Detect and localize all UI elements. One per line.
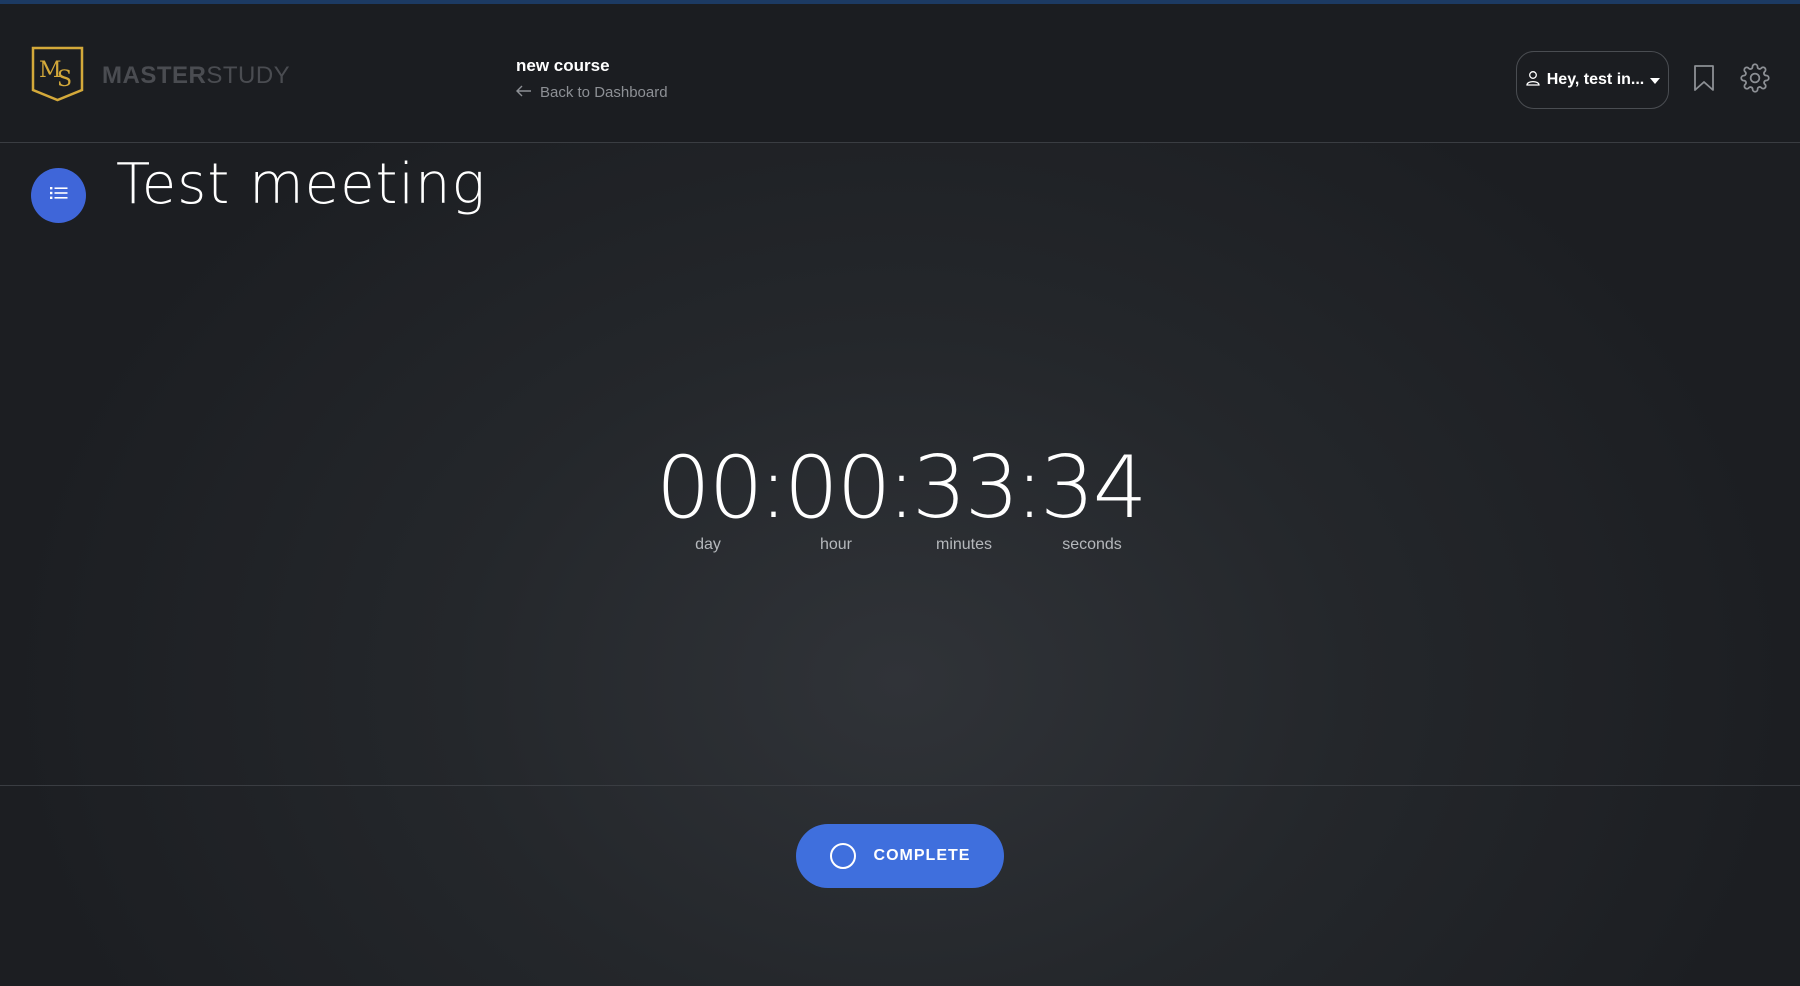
- countdown-seconds-value: 34: [1040, 438, 1147, 538]
- gear-icon[interactable]: [1740, 63, 1770, 93]
- arrow-left-icon: [516, 84, 532, 101]
- countdown-seconds-label: seconds: [1062, 536, 1122, 553]
- curriculum-toggle-button[interactable]: [31, 168, 86, 223]
- footer-divider: [0, 785, 1800, 786]
- countdown-hour: 00 hour: [784, 438, 891, 554]
- brand-name: MASTERSTUDY: [102, 62, 290, 90]
- countdown-day-label: day: [695, 536, 721, 553]
- countdown-day-value: 00: [656, 438, 763, 538]
- user-menu-dropdown[interactable]: Hey, test in...: [1516, 51, 1669, 109]
- brand-light: STUDY: [206, 62, 291, 89]
- page-title: Test meeting: [116, 152, 487, 217]
- bookmark-icon[interactable]: [1693, 64, 1715, 92]
- list-icon: [49, 186, 68, 205]
- user-menu-label: Hey, test in...: [1546, 71, 1645, 88]
- back-link-label: Back to Dashboard: [540, 84, 668, 101]
- brand-bold: MASTER: [102, 62, 207, 89]
- user-icon: [1525, 70, 1541, 91]
- countdown-seconds: 34 seconds: [1040, 438, 1147, 554]
- caret-down-icon: [1650, 71, 1661, 89]
- countdown-minutes-label: minutes: [935, 536, 993, 553]
- countdown-hour-value: 00: [784, 438, 891, 538]
- complete-button[interactable]: COMPLETE: [796, 824, 1004, 888]
- header: M S MASTERSTUDY new course Back to Dashb…: [0, 4, 1800, 143]
- countdown-hour-label: hour: [819, 536, 853, 553]
- back-to-dashboard-link[interactable]: Back to Dashboard: [516, 84, 668, 101]
- countdown-timer: 00 day : 00 hour : 33 minutes : 34 secon…: [656, 440, 1147, 553]
- logo-icon[interactable]: M S: [31, 46, 84, 102]
- svg-text:S: S: [57, 67, 72, 92]
- countdown-minutes-value: 33: [912, 438, 1019, 538]
- complete-button-label: COMPLETE: [873, 847, 971, 864]
- countdown-day: 00 day: [656, 438, 763, 554]
- course-title: new course: [516, 56, 610, 75]
- circle-icon: [829, 843, 856, 869]
- countdown-minutes: 33 minutes: [912, 438, 1019, 554]
